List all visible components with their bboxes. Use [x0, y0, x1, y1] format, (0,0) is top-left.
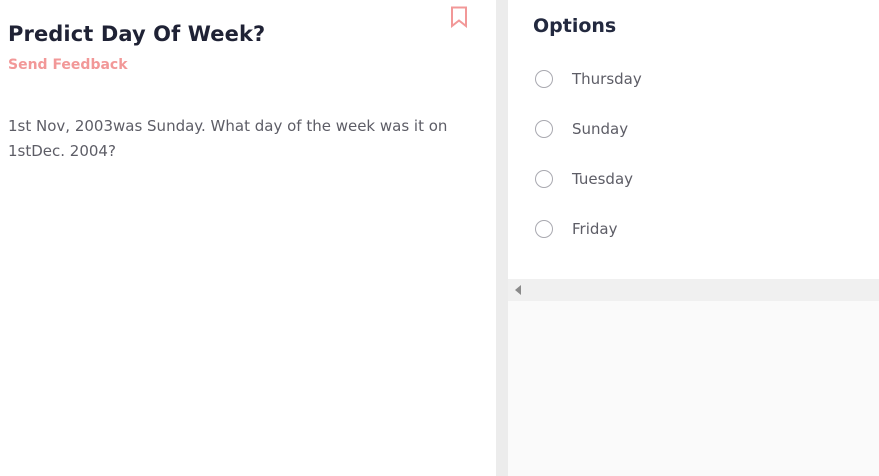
option-tuesday[interactable]: Tuesday: [535, 167, 633, 191]
panel-divider: [496, 0, 508, 476]
options-panel: Options Thursday Sunday Tuesday Friday: [508, 0, 879, 476]
question-title: Predict Day Of Week?: [8, 22, 266, 46]
option-label: Tuesday: [572, 170, 634, 188]
question-panel: Predict Day Of Week? Send Feedback 1st N…: [0, 0, 496, 476]
options-card: Options Thursday Sunday Tuesday Friday: [508, 0, 879, 279]
question-page: Predict Day Of Week? Send Feedback 1st N…: [0, 0, 879, 476]
send-feedback-link[interactable]: Send Feedback: [8, 57, 128, 73]
option-label: Sunday: [572, 120, 629, 138]
radio-button[interactable]: [535, 220, 553, 238]
horizontal-scrollbar[interactable]: [508, 279, 879, 301]
question-text: 1st Nov, 2003was Sunday. What day of the…: [8, 117, 448, 160]
option-sunday[interactable]: Sunday: [535, 117, 628, 141]
radio-button[interactable]: [535, 70, 553, 88]
option-label: Thursday: [572, 70, 642, 88]
bookmark-icon[interactable]: [450, 6, 468, 29]
option-friday[interactable]: Friday: [535, 217, 617, 241]
options-heading: Options: [533, 15, 617, 37]
scroll-left-arrow-icon[interactable]: [515, 285, 521, 295]
option-label: Friday: [572, 220, 618, 238]
option-thursday[interactable]: Thursday: [535, 67, 642, 91]
radio-button[interactable]: [535, 120, 553, 138]
radio-button[interactable]: [535, 170, 553, 188]
